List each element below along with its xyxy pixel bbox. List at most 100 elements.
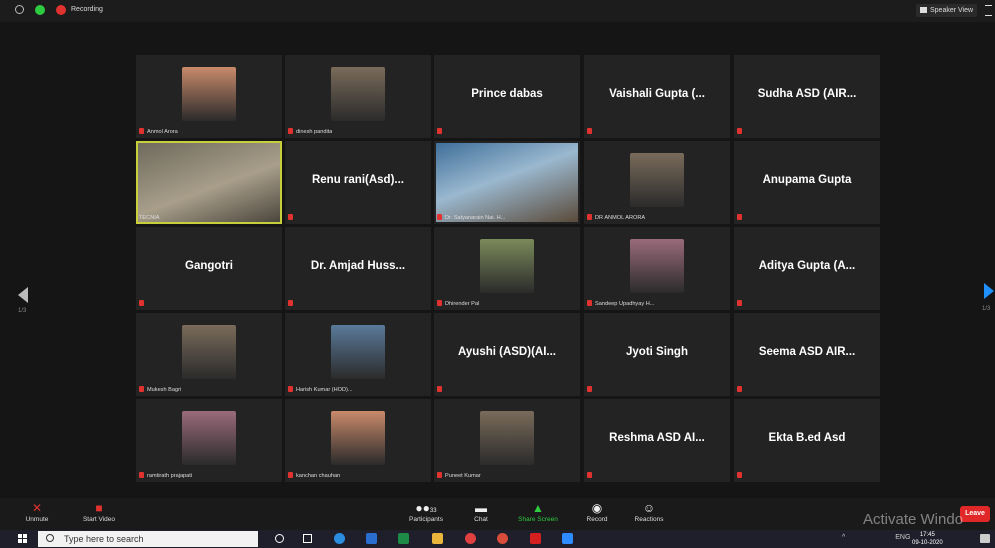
excel-icon[interactable] <box>398 533 409 544</box>
speaker-view-button[interactable]: Speaker View <box>916 4 978 17</box>
chat-button[interactable]: ▬ Chat <box>468 500 494 523</box>
gallery-stage: 1/3 1/3 Anmol Arora dinesh pandita Prince … <box>0 22 995 498</box>
notification-icon[interactable] <box>980 534 990 543</box>
start-video-button[interactable]: ■ Start Video <box>76 500 122 523</box>
muted-microphone-icon <box>737 214 742 220</box>
muted-microphone-icon <box>139 386 144 392</box>
participant-name: Harish Kumar (HOD)... <box>296 387 353 393</box>
muted-microphone-icon <box>437 214 442 220</box>
zoom-icon[interactable] <box>562 533 573 544</box>
participant-tile[interactable]: Anmol Arora <box>136 55 282 138</box>
muted-microphone-icon <box>587 128 592 134</box>
participant-tile[interactable]: Anupama Gupta <box>734 141 880 224</box>
reactions-icon: ☺ <box>642 501 656 515</box>
participant-photo <box>630 239 684 293</box>
microphone-muted-icon: ✕ <box>31 501 43 515</box>
participant-tile[interactable]: dinesh pandita <box>285 55 431 138</box>
participant-display-name: Gangotri <box>185 260 233 272</box>
participant-name: DR ANMOL ARORA <box>595 215 646 221</box>
page-indicator-right: 1/3 <box>982 306 991 312</box>
participant-tile[interactable]: Ayushi (ASD)(AI... <box>434 313 580 396</box>
participant-name: TECNIA <box>139 215 160 221</box>
participant-name-label: Mukesh Bagri <box>139 386 181 393</box>
windows-taskbar: Type here to search ^ ENG 17:45 09-10-202… <box>0 530 995 548</box>
previous-page-arrow-icon[interactable] <box>18 287 28 303</box>
participant-photo <box>480 239 534 293</box>
next-page-arrow-icon[interactable] <box>984 283 994 299</box>
participant-display-name: Ayushi (ASD)(AI... <box>458 346 556 358</box>
file-explorer-icon[interactable] <box>432 533 443 544</box>
participant-name: Sandeep Upadhyay H... <box>595 301 655 307</box>
muted-microphone-icon <box>288 300 293 306</box>
participant-tile[interactable]: Puneet Kumar <box>434 399 580 482</box>
participant-photo <box>331 67 385 121</box>
participant-name: Dr. Satyanarain Nai. H... <box>445 215 506 221</box>
participant-name-label: Anmol Arora <box>139 128 178 135</box>
participant-tile[interactable]: Sudha ASD (AIR... <box>734 55 880 138</box>
participant-tile[interactable]: Renu rani(Asd)... <box>285 141 431 224</box>
participant-tile[interactable]: Gangotri <box>136 227 282 310</box>
record-icon: ◉ <box>591 501 603 515</box>
video-off-icon: ■ <box>95 501 103 515</box>
app-icon[interactable] <box>366 533 377 544</box>
participant-tile[interactable]: ramtirath prajapati <box>136 399 282 482</box>
system-tray[interactable]: ^ ENG <box>842 534 910 541</box>
muted-microphone-icon <box>587 386 592 392</box>
chevron-up-icon[interactable]: ^ <box>842 534 845 541</box>
reactions-button[interactable]: ☺ Reactions <box>628 500 670 523</box>
participant-tile[interactable]: Seema ASD AIR... <box>734 313 880 396</box>
participant-name: Anmol Arora <box>147 129 178 135</box>
activate-windows-watermark: Activate Windo <box>863 511 964 528</box>
participant-tile[interactable]: DR ANMOL ARORA <box>584 141 730 224</box>
participant-name-label <box>587 472 595 479</box>
unmute-button[interactable]: ✕ Unmute <box>22 500 52 523</box>
participant-name-label: Dr. Satyanarain Nai. H... <box>437 214 505 221</box>
taskbar-search-box[interactable]: Type here to search <box>38 531 258 547</box>
participant-tile[interactable]: Dr. Satyanarain Nai. H... <box>434 141 580 224</box>
participant-name-label <box>139 300 147 307</box>
participant-tile[interactable]: Harish Kumar (HOD)... <box>285 313 431 396</box>
recording-icon <box>56 5 66 15</box>
acrobat-icon[interactable] <box>530 533 541 544</box>
participant-name: Mukesh Bagri <box>147 387 182 393</box>
participant-tile[interactable]: Vaishali Gupta (... <box>584 55 730 138</box>
muted-microphone-icon <box>288 472 293 478</box>
participant-photo <box>630 153 684 207</box>
participant-video <box>436 143 578 222</box>
participant-tile[interactable]: Sandeep Upadhyay H... <box>584 227 730 310</box>
leave-button[interactable]: Leave <box>960 506 990 522</box>
participant-name-label: DR ANMOL ARORA <box>587 214 645 221</box>
participant-name-label <box>587 386 595 393</box>
security-shield-icon[interactable] <box>35 5 45 15</box>
participant-tile[interactable]: Prince dabas <box>434 55 580 138</box>
chrome-icon[interactable] <box>497 533 508 544</box>
cortana-icon[interactable] <box>275 534 284 543</box>
participant-tile[interactable]: kanchan chauhan <box>285 399 431 482</box>
fullscreen-icon[interactable] <box>985 5 992 16</box>
participant-tile[interactable]: Ekta B.ed Asd <box>734 399 880 482</box>
taskbar-clock[interactable]: 17:45 09-10-2020 <box>912 531 943 547</box>
participant-display-name: Ekta B.ed Asd <box>768 432 846 444</box>
participant-name-label <box>587 128 595 135</box>
participant-display-name: Dr. Amjad Huss... <box>310 260 406 272</box>
participant-tile[interactable]: Aditya Gupta (A... <box>734 227 880 310</box>
muted-microphone-icon <box>587 472 592 478</box>
edge-icon[interactable] <box>334 533 345 544</box>
info-icon[interactable] <box>15 5 24 14</box>
participant-tile[interactable]: Mukesh Bagri <box>136 313 282 396</box>
task-view-icon[interactable] <box>303 534 312 543</box>
participant-tile[interactable]: TECNIA <box>136 141 282 224</box>
share-screen-button[interactable]: ▲ Share Screen <box>514 500 562 523</box>
participant-tile[interactable]: Dhirender Pal <box>434 227 580 310</box>
participants-button[interactable]: ●●33 Participants <box>402 500 450 523</box>
participant-tile[interactable]: Reshma ASD AI... <box>584 399 730 482</box>
windows-start-icon[interactable] <box>18 534 28 544</box>
participant-display-name: Vaishali Gupta (... <box>609 88 705 100</box>
record-button[interactable]: ◉ Record <box>580 500 614 523</box>
app-icon[interactable] <box>465 533 476 544</box>
participant-tile[interactable]: Jyoti Singh <box>584 313 730 396</box>
taskbar-search-placeholder: Type here to search <box>64 534 144 544</box>
participant-tile[interactable]: Dr. Amjad Huss... <box>285 227 431 310</box>
participant-name: ramtirath prajapati <box>147 473 193 479</box>
chat-icon: ▬ <box>475 501 487 515</box>
